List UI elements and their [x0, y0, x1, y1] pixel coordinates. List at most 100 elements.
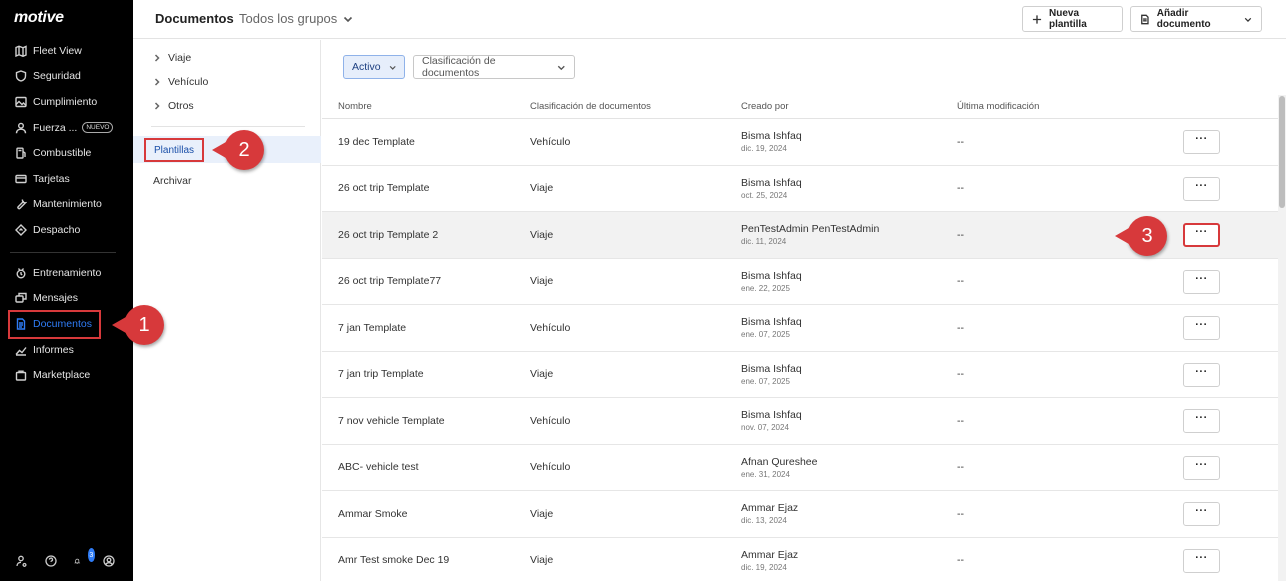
- template-name[interactable]: Amr Test smoke Dec 19: [322, 554, 530, 566]
- table-row[interactable]: 7 nov vehicle Template Vehículo Bisma Ishf…: [322, 398, 1278, 445]
- help-icon[interactable]: [45, 555, 59, 569]
- chevron-right-icon: [154, 78, 160, 86]
- sidebar-divider: [10, 252, 116, 253]
- template-name[interactable]: 26 oct trip Template: [322, 182, 530, 194]
- template-name[interactable]: Ammar Smoke: [322, 508, 530, 520]
- more-options-button[interactable]: ···: [1183, 455, 1220, 480]
- table-row[interactable]: 26 oct trip Template Viaje Bisma Ishfaq oct…: [322, 166, 1278, 212]
- account-icon[interactable]: [103, 555, 117, 569]
- sidebar-item-despacho[interactable]: Despacho: [0, 217, 133, 243]
- sidebar-item-informes[interactable]: Informes: [0, 337, 133, 363]
- table-row[interactable]: ABC- vehicle test Vehículo Afnan Qureshee e…: [322, 445, 1278, 491]
- dispatch-icon: [15, 223, 27, 236]
- more-options-button[interactable]: ···: [1183, 409, 1220, 433]
- sidebar-item-mantenimiento[interactable]: Mantenimiento: [0, 192, 133, 218]
- template-name[interactable]: 26 oct trip Template 2: [322, 229, 530, 241]
- bag-icon: [15, 369, 27, 381]
- classification-filter[interactable]: Clasificación de documentos: [413, 55, 575, 79]
- more-options-button[interactable]: ···: [1183, 362, 1220, 387]
- sidebar-item-label: Entrenamiento: [33, 266, 102, 279]
- creator-name: Bisma Ishfaq: [741, 316, 802, 329]
- sidebar-item-entrenamiento[interactable]: Entrenamiento: [0, 260, 133, 286]
- last-modified: --: [957, 182, 964, 195]
- column-header-last-modified[interactable]: Última modificación: [957, 101, 1173, 112]
- template-name[interactable]: 26 oct trip Template77: [322, 275, 530, 287]
- scrollbar-thumb[interactable]: [1279, 96, 1285, 208]
- creation-date: dic. 19, 2024: [741, 562, 787, 572]
- creator-name: Bisma Ishfaq: [741, 130, 802, 143]
- template-classification: Vehículo: [530, 135, 571, 148]
- sidebar-item-label: Despacho: [33, 223, 81, 236]
- template-classification: Vehículo: [530, 461, 571, 474]
- archive-item[interactable]: Archivar: [153, 175, 192, 187]
- more-options-button[interactable]: ···: [1183, 269, 1220, 294]
- column-header-created-by[interactable]: Creado por: [741, 101, 957, 112]
- template-name[interactable]: ABC- vehicle test: [322, 461, 530, 473]
- sidebar-item-label: Combustible: [33, 147, 92, 160]
- user-settings-icon[interactable]: [15, 555, 30, 569]
- table-row[interactable]: 19 dec Template Vehículo Bisma Ishfaq dic. …: [322, 119, 1278, 166]
- templates-item[interactable]: Plantillas: [144, 138, 204, 162]
- category-otros[interactable]: Otros: [133, 94, 320, 118]
- row-actions: ···: [1173, 166, 1278, 212]
- sidebar-item-fleet-view[interactable]: Fleet View: [0, 38, 133, 64]
- sidebar-item-tarjetas[interactable]: Tarjetas: [0, 166, 133, 192]
- creation-date: nov. 07, 2024: [741, 423, 789, 433]
- wrench-icon: [15, 198, 27, 210]
- new-template-button[interactable]: Nueva plantilla: [1022, 6, 1123, 32]
- template-creator: Bisma Ishfaq oct. 25, 2024: [741, 177, 957, 200]
- category-vehiculo[interactable]: Vehículo: [133, 70, 320, 94]
- table-row[interactable]: 7 jan trip Template Viaje Bisma Ishfaq ene.…: [322, 352, 1278, 398]
- group-selector[interactable]: Todos los grupos: [239, 11, 353, 26]
- messages-icon: [15, 292, 27, 304]
- more-options-button[interactable]: ···: [1183, 176, 1220, 201]
- more-options-button[interactable]: ···: [1183, 502, 1220, 526]
- template-creator: Bisma Ishfaq nov. 07, 2024: [741, 409, 957, 432]
- table-row[interactable]: 7 jan Template Vehículo Bisma Ishfaq ene. 0…: [322, 305, 1278, 352]
- sidebar-item-cumplimiento[interactable]: Cumplimiento: [0, 89, 133, 115]
- column-header-name[interactable]: Nombre: [322, 101, 530, 112]
- template-name[interactable]: 7 jan trip Template: [322, 368, 530, 380]
- table-row[interactable]: Ammar Smoke Viaje Ammar Ejaz dic. 13, 2024-…: [322, 491, 1278, 538]
- table-row[interactable]: Amr Test smoke Dec 19 Viaje Ammar Ejaz dic.…: [322, 538, 1278, 581]
- row-actions: ···: [1173, 398, 1278, 444]
- sidebar-item-seguridad[interactable]: Seguridad: [0, 64, 133, 90]
- motive-logo[interactable]: motive: [14, 9, 64, 27]
- user-icon: [15, 122, 27, 134]
- template-name[interactable]: 7 nov vehicle Template: [322, 415, 530, 427]
- category-label: Otros: [168, 100, 194, 112]
- template-name[interactable]: 7 jan Template: [322, 322, 530, 334]
- template-classification: Viaje: [530, 182, 554, 195]
- sidebar-item-combustible[interactable]: Combustible: [0, 140, 133, 166]
- more-options-button[interactable]: ···: [1183, 130, 1220, 154]
- category-viaje[interactable]: Viaje: [133, 46, 320, 70]
- template-creator: Bisma Ishfaq dic. 19, 2024: [741, 130, 957, 153]
- creation-date: ene. 07, 2025: [741, 376, 790, 386]
- more-options-button[interactable]: ···: [1183, 316, 1220, 340]
- group-selector-label: Todos los grupos: [239, 11, 338, 26]
- sidebar-item-marketplace[interactable]: Marketplace: [0, 362, 133, 388]
- sidebar-item-mensajes[interactable]: Mensajes: [0, 286, 133, 312]
- creation-date: ene. 07, 2025: [741, 330, 790, 340]
- more-options-button[interactable]: ···: [1183, 548, 1220, 573]
- chart-icon: [15, 344, 27, 356]
- column-header-classification[interactable]: Clasificación de documentos: [530, 101, 741, 112]
- template-creator: Bisma Ishfaq ene. 07, 2025: [741, 363, 957, 386]
- creator-name: Bisma Ishfaq: [741, 362, 802, 375]
- more-options-button[interactable]: ···: [1183, 223, 1220, 247]
- training-icon: [15, 267, 27, 279]
- add-document-button[interactable]: Añadir documento: [1130, 6, 1262, 32]
- table-row[interactable]: 26 oct trip Template77 Viaje Bisma Ishfaq e…: [322, 259, 1278, 305]
- template-name[interactable]: 19 dec Template: [322, 136, 530, 148]
- template-creator: Ammar Ejaz dic. 13, 2024: [741, 502, 957, 525]
- last-modified: --: [957, 275, 964, 288]
- creator-name: PenTestAdmin PenTestAdmin: [741, 223, 880, 236]
- chevron-down-icon: [558, 65, 566, 70]
- sidebar-item-fuerza[interactable]: Fuerza ... NUEVO: [0, 115, 133, 141]
- status-filter[interactable]: Activo: [343, 55, 405, 79]
- sidebar-item-label: Informes: [33, 343, 74, 356]
- template-creator: Bisma Ishfaq ene. 22, 2025: [741, 270, 957, 293]
- bell-icon[interactable]: 3: [74, 548, 96, 569]
- creation-date: dic. 19, 2024: [741, 144, 787, 154]
- plus-icon: [1032, 14, 1042, 24]
